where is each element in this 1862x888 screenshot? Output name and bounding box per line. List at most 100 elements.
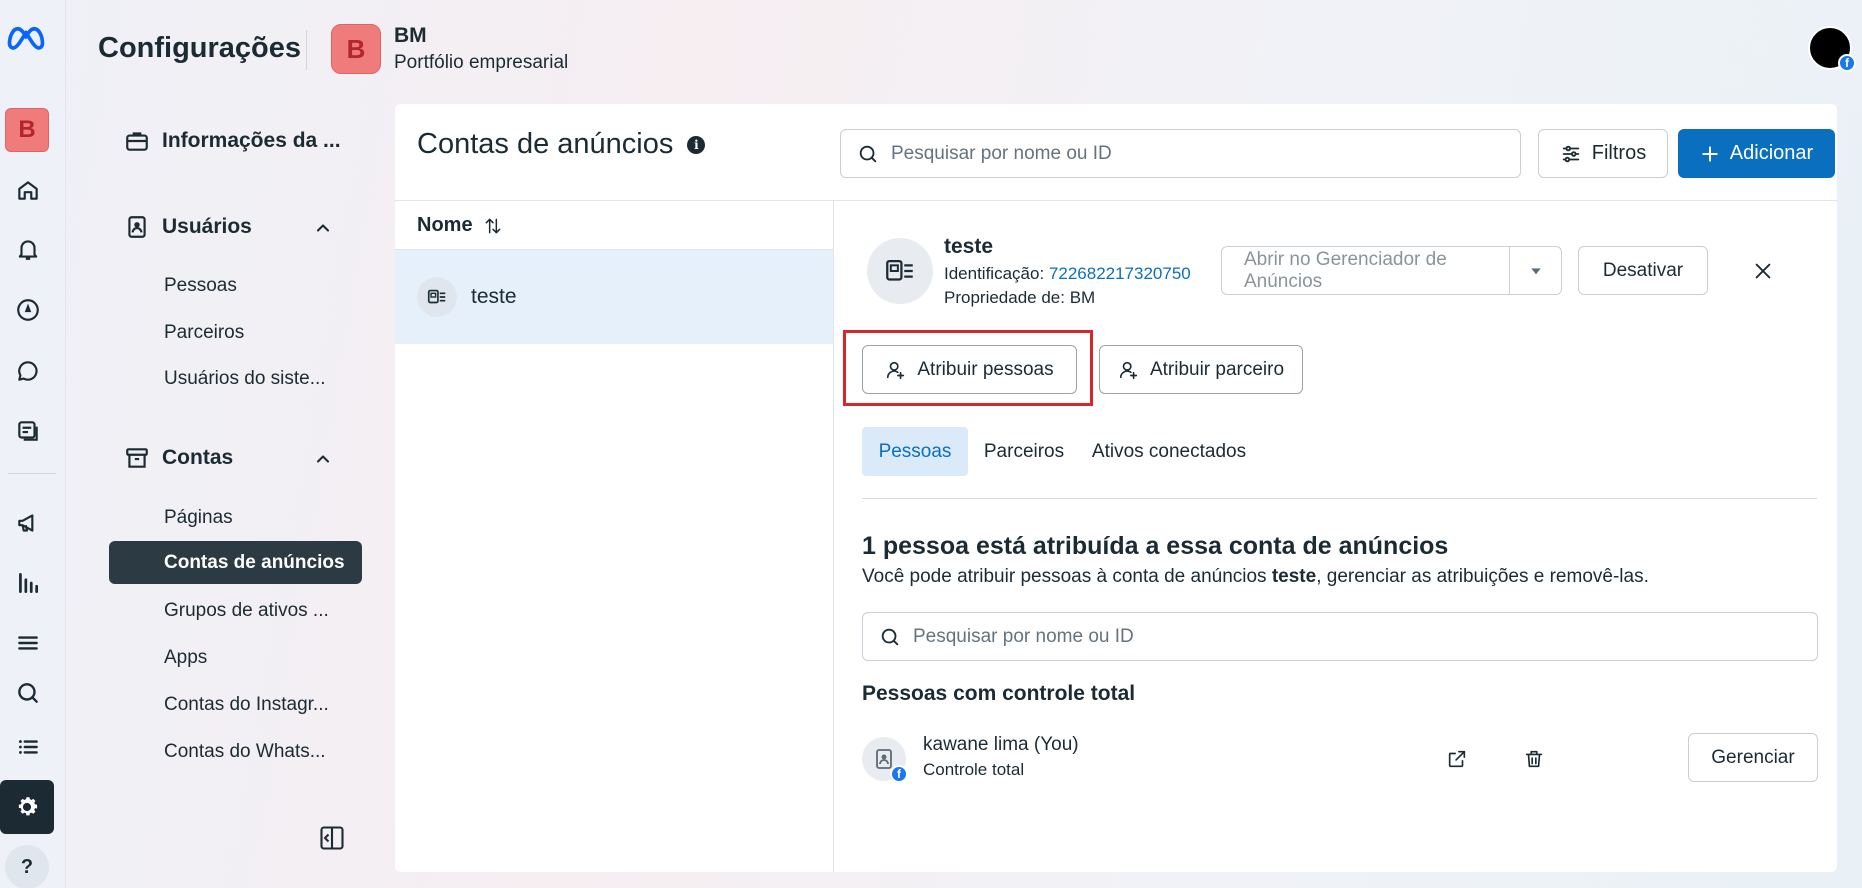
header-divider	[306, 30, 307, 70]
list-item[interactable]: teste	[395, 250, 833, 344]
plus-icon	[1702, 145, 1718, 162]
facebook-icon: f	[1838, 54, 1856, 72]
business-subtitle: Portfólio empresarial	[394, 52, 569, 73]
people-search-input[interactable]	[913, 625, 1817, 648]
column-header-name-label: Nome	[417, 214, 473, 236]
chevron-up-icon[interactable]	[313, 218, 333, 238]
assigned-description: Você pode atribuir pessoas à conta de an…	[862, 566, 1649, 588]
nav-section-users-label: Usuários	[162, 215, 252, 238]
deactivate-button[interactable]: Desativar	[1578, 246, 1708, 295]
nav-business-info[interactable]: Informações da ...	[124, 128, 341, 154]
filters-button-label: Filtros	[1591, 142, 1647, 164]
facebook-icon: f	[890, 765, 908, 783]
people-search-bar[interactable]	[862, 612, 1818, 661]
detail-id-label: Identificação:	[944, 264, 1045, 283]
nav-item-asset-groups[interactable]: Grupos de ativos ...	[164, 600, 329, 622]
nav-item-ad-accounts[interactable]: Contas de anúncios	[109, 541, 362, 584]
ad-account-avatar	[867, 238, 933, 304]
search-icon[interactable]	[3, 673, 53, 713]
nav-item-people[interactable]: Pessoas	[164, 275, 237, 297]
manage-button[interactable]: Gerenciar	[1688, 733, 1818, 782]
panel-title: Contas de anúncios i	[417, 128, 706, 161]
nav-item-pages[interactable]: Páginas	[164, 507, 233, 529]
open-ads-manager-dropdown[interactable]	[1509, 247, 1561, 294]
add-button-label: Adicionar	[1729, 142, 1814, 164]
nav-item-instagram-accounts[interactable]: Contas do Instagr...	[164, 694, 329, 716]
list-icon[interactable]	[3, 727, 53, 767]
search-icon	[881, 628, 899, 645]
close-icon[interactable]	[1749, 257, 1777, 285]
business-avatar[interactable]: B	[331, 24, 381, 74]
nav-section-accounts[interactable]: Contas	[124, 445, 233, 471]
search-bar[interactable]	[840, 129, 1521, 178]
meta-logo-icon[interactable]	[4, 22, 48, 52]
page-title: Configurações	[98, 32, 302, 64]
nav-item-whatsapp-accounts[interactable]: Contas do Whats...	[164, 741, 326, 763]
list-item-name: teste	[471, 285, 517, 308]
open-ads-manager-button[interactable]: Abrir no Gerenciador de Anúncios	[1221, 246, 1562, 295]
column-header-name[interactable]: Nome	[417, 214, 503, 237]
left-rail: B ?	[0, 0, 66, 888]
filter-sliders-icon	[1562, 145, 1580, 162]
assign-partner-button[interactable]: Atribuir parceiro	[1099, 345, 1303, 394]
help-icon[interactable]: ?	[5, 845, 49, 888]
assigned-heading: 1 pessoa está atribuída a essa conta de …	[862, 532, 1449, 560]
assigned-desc-suffix: , gerenciar as atribuições e removê-las.	[1316, 566, 1649, 587]
home-icon[interactable]	[3, 170, 53, 210]
pages-icon[interactable]	[3, 411, 53, 451]
trash-icon[interactable]	[1520, 745, 1548, 773]
assign-people-label: Atribuir pessoas	[917, 358, 1054, 380]
archive-icon	[126, 448, 148, 468]
chart-icon[interactable]	[3, 563, 53, 603]
compass-icon[interactable]	[3, 290, 53, 330]
nav-item-apps[interactable]: Apps	[164, 647, 207, 669]
search-input[interactable]	[891, 142, 1520, 165]
chat-icon[interactable]	[3, 351, 53, 391]
person-avatar: f	[862, 737, 908, 783]
bell-icon[interactable]	[3, 229, 53, 269]
ad-account-icon	[417, 277, 457, 317]
detail-owner: Propriedade de: BM	[944, 288, 1096, 307]
nav-section-accounts-label: Contas	[162, 446, 234, 469]
gear-icon[interactable]	[0, 780, 54, 834]
menu-icon[interactable]	[3, 623, 53, 663]
megaphone-icon[interactable]	[3, 503, 53, 543]
person-name: kawane lima (You)	[923, 734, 1079, 755]
assign-people-button[interactable]: Atribuir pessoas	[862, 345, 1077, 394]
rail-divider	[8, 473, 56, 474]
collapse-sidebar-icon[interactable]	[318, 824, 346, 852]
add-person-icon	[1119, 361, 1138, 379]
info-icon[interactable]: i	[687, 135, 706, 154]
nav-business-info-label: Informações da ...	[162, 129, 341, 152]
tab-connected-assets[interactable]: Ativos conectados	[1084, 427, 1254, 476]
detail-id-link[interactable]: 722682217320750	[1049, 264, 1191, 283]
business-name[interactable]: BM	[394, 24, 427, 48]
assigned-desc-prefix: Você pode atribuir pessoas à conta de an…	[862, 566, 1272, 587]
person-role: Controle total	[923, 760, 1025, 779]
business-avatar-rail[interactable]: B	[5, 108, 49, 152]
tab-partners[interactable]: Parceiros	[977, 427, 1071, 476]
chevron-up-icon[interactable]	[313, 449, 333, 469]
assign-partner-label: Atribuir parceiro	[1149, 358, 1285, 380]
add-button[interactable]: Adicionar	[1678, 129, 1835, 178]
nav-item-system-users[interactable]: Usuários do siste...	[164, 368, 326, 390]
search-icon	[859, 145, 877, 162]
briefcase-icon	[126, 132, 148, 151]
ad-account-icon	[886, 259, 913, 281]
panel-title-text: Contas de anúncios	[417, 128, 674, 160]
detail-account-name: teste	[944, 235, 994, 258]
detail-account-id: Identificação: 722682217320750	[944, 264, 1191, 284]
nav-section-users[interactable]: Usuários	[124, 214, 252, 240]
external-link-icon[interactable]	[1443, 745, 1471, 773]
detail-pane: teste Identificação: 722682217320750 Pro…	[834, 201, 1837, 871]
user-badge-icon	[128, 216, 146, 238]
full-control-heading: Pessoas com controle total	[862, 682, 1136, 705]
assigned-desc-account: teste	[1271, 566, 1317, 587]
open-ads-manager-label: Abrir no Gerenciador de Anúncios	[1244, 248, 1447, 292]
tab-people[interactable]: Pessoas	[862, 427, 968, 476]
user-avatar[interactable]: f	[1808, 26, 1856, 72]
nav-item-partners[interactable]: Parceiros	[164, 322, 244, 344]
caret-down-icon	[1530, 267, 1541, 274]
add-person-icon	[887, 361, 905, 379]
filters-button[interactable]: Filtros	[1538, 129, 1668, 178]
